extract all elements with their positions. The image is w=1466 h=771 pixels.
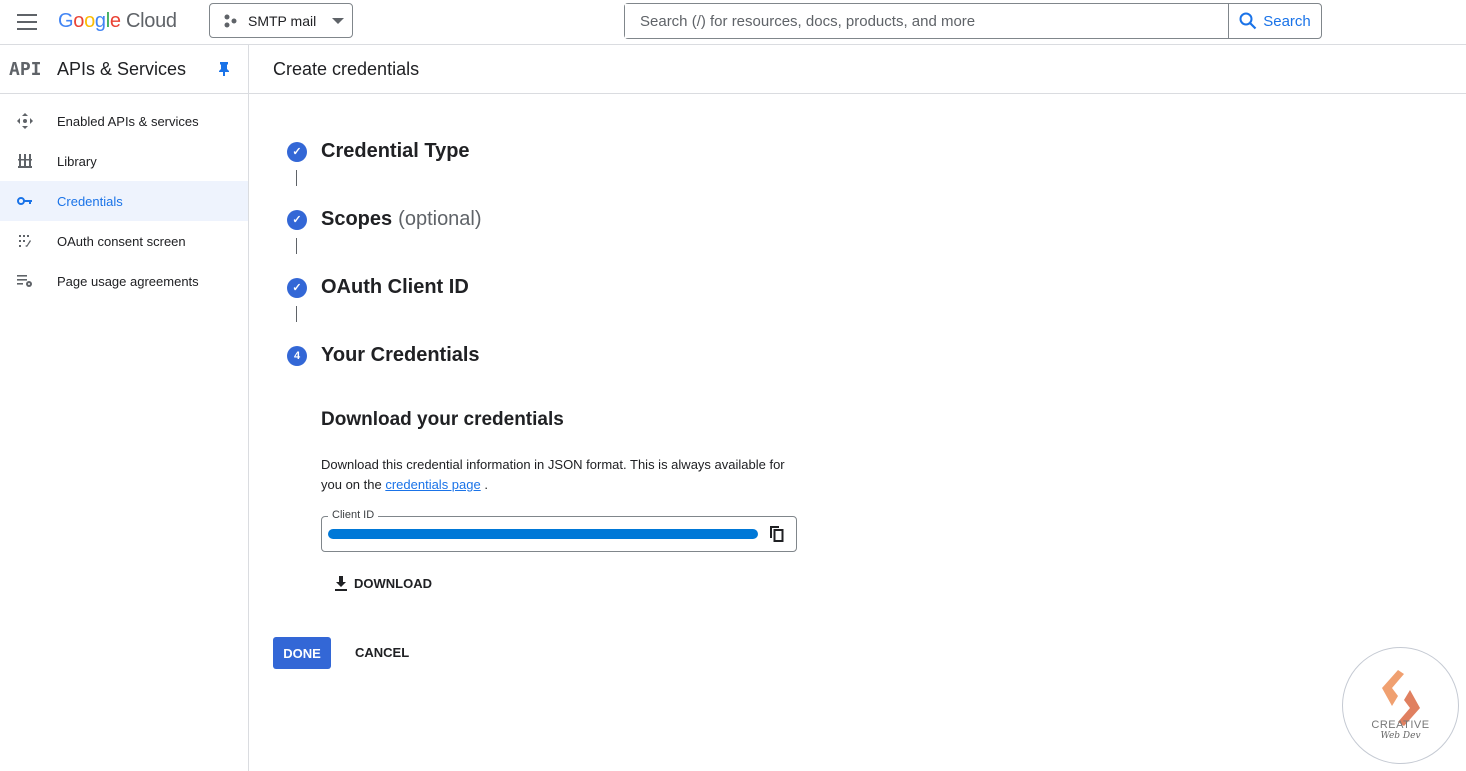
- sidebar-header: API APIs & Services: [0, 45, 248, 94]
- download-heading: Download your credentials: [321, 409, 564, 430]
- sidebar-item-page-usage[interactable]: Page usage agreements: [0, 261, 248, 301]
- sidebar-item-enabled-apis[interactable]: Enabled APIs & services: [0, 101, 248, 141]
- creative-web-dev-logo: [1381, 670, 1420, 726]
- cancel-button[interactable]: CANCEL: [355, 645, 409, 660]
- sidebar-item-library[interactable]: Library: [0, 141, 248, 181]
- oauth-consent-icon: [18, 235, 31, 247]
- google-cloud-logo[interactable]: Google Cloud: [58, 10, 177, 33]
- download-description: Download this credential information in …: [321, 457, 785, 492]
- page-title: Create credentials: [249, 45, 1466, 94]
- sidebar-title: APIs & Services: [57, 58, 187, 79]
- pin-icon[interactable]: [218, 61, 230, 77]
- step-your-credentials: 4 Your Credentials: [287, 344, 480, 367]
- client-id-label: Client ID: [328, 509, 379, 521]
- check-circle-icon: ✓: [287, 209, 307, 230]
- step-oauth-client-id: ✓ OAuth Client ID: [287, 276, 469, 299]
- step-connector: [296, 170, 297, 186]
- client-id-field[interactable]: Client ID: [321, 509, 797, 552]
- top-bar: Google Cloud SMTP mail Search: [0, 0, 1466, 45]
- sidebar: API APIs & Services Enabled APIs & servi…: [0, 45, 249, 771]
- api-badge: API: [9, 58, 42, 80]
- redacted-client-id: [328, 529, 758, 539]
- step-scopes: ✓ Scopes (optional): [287, 208, 482, 231]
- settings-list-icon: [16, 275, 32, 287]
- enabled-apis-icon: [16, 113, 33, 129]
- copy-icon[interactable]: [770, 526, 784, 542]
- menu-icon[interactable]: [17, 14, 37, 30]
- done-button[interactable]: DONE: [273, 637, 331, 669]
- caret-down-icon: [332, 17, 345, 24]
- search-bar: Search: [624, 3, 1322, 39]
- sidebar-item-credentials[interactable]: Credentials: [0, 181, 248, 221]
- project-icon: [224, 14, 237, 27]
- search-icon: [1239, 12, 1257, 30]
- library-icon: [17, 154, 32, 168]
- watermark-logo: CREATIVE Web Dev: [1342, 647, 1459, 764]
- download-button[interactable]: DOWNLOAD: [334, 576, 432, 591]
- search-button[interactable]: Search: [1228, 4, 1321, 38]
- step-connector: [296, 238, 297, 254]
- step-number: 4: [287, 345, 307, 366]
- project-selector[interactable]: SMTP mail: [209, 3, 353, 38]
- credentials-page-link[interactable]: credentials page: [385, 477, 480, 492]
- check-circle-icon: ✓: [287, 141, 307, 162]
- key-icon: [16, 197, 32, 205]
- sidebar-item-oauth-consent[interactable]: OAuth consent screen: [0, 221, 248, 261]
- check-circle-icon: ✓: [287, 277, 307, 298]
- search-input[interactable]: [625, 4, 1228, 38]
- download-icon: [335, 576, 347, 591]
- step-credential-type: ✓ Credential Type: [287, 140, 470, 163]
- step-connector: [296, 306, 297, 322]
